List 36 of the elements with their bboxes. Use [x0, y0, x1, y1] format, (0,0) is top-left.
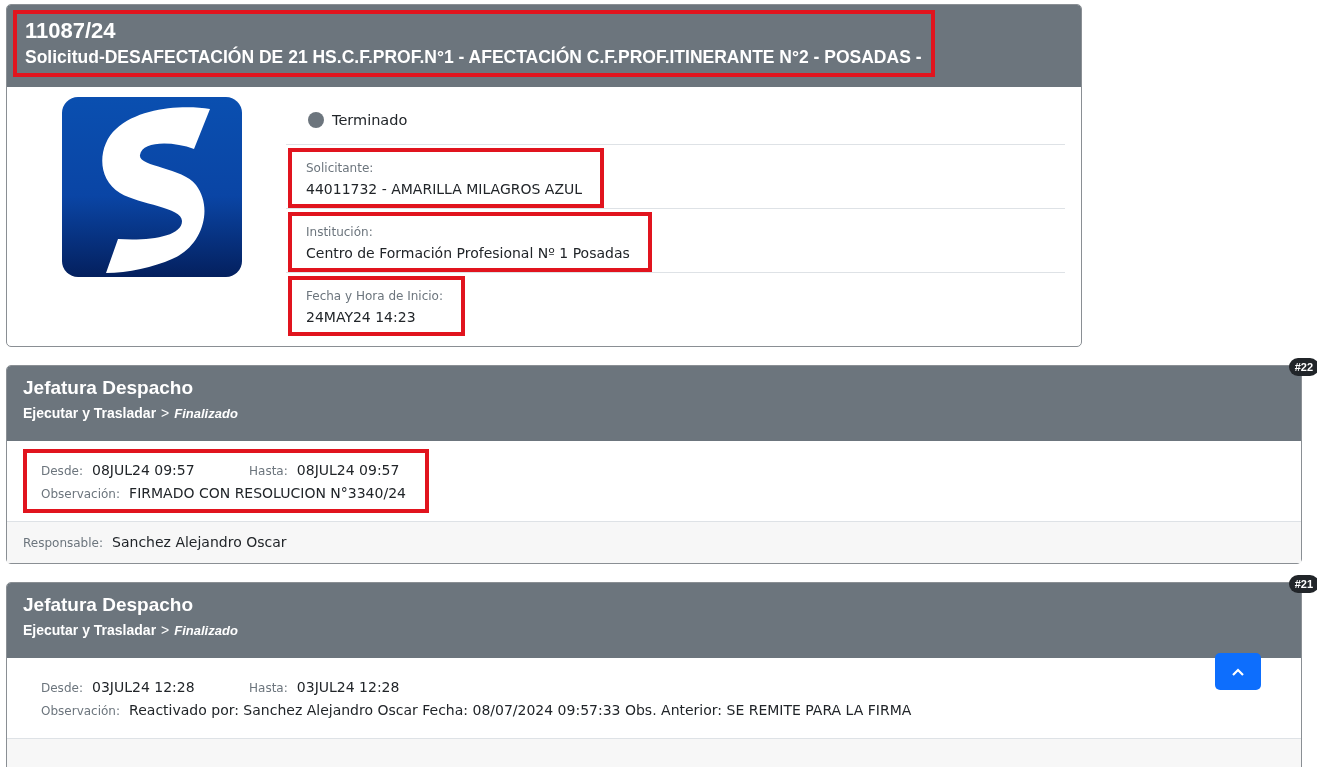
- logo-icon: [61, 97, 242, 277]
- field-value: 08JUL24 09:57: [296, 462, 400, 478]
- field-label: Observación:: [41, 487, 120, 501]
- field-label: Responsable:: [23, 536, 103, 550]
- field-label: Desde:: [41, 464, 83, 478]
- field-value: 08JUL24 09:57: [92, 462, 195, 478]
- scroll-to-top-button[interactable]: [1215, 653, 1261, 690]
- stage-state: Finalizado: [174, 406, 238, 421]
- stage-state: Finalizado: [174, 623, 238, 638]
- field-value: 03JUL24 12:28: [92, 679, 195, 695]
- stage-number-badge: #22: [1288, 358, 1317, 376]
- stage-title: Jefatura Despacho: [23, 376, 194, 400]
- stage-title: Jefatura Despacho: [23, 593, 194, 617]
- breadcrumb-separator: >: [161, 405, 170, 421]
- status-label: Terminado: [332, 112, 408, 128]
- stage-number-badge: #21: [1288, 575, 1317, 593]
- field-value: 44011732 - AMARILLA MILAGROS AZUL: [306, 180, 583, 199]
- field-label: Observación:: [41, 704, 120, 718]
- field-value: FIRMADO CON RESOLUCION N°3340/24: [129, 485, 406, 501]
- stage-action: Ejecutar y Trasladar: [23, 405, 157, 421]
- field-value: Centro de Formación Profesional Nº 1 Posadas: [306, 244, 630, 263]
- field-label: Institución:: [306, 224, 374, 241]
- field-value: Reactivado por: Sanchez Alejandro Oscar Fecha: 08/07/2024 09:57:33 Obs. Anterior: SE REMITE PARA LA FIRMA: [129, 702, 912, 718]
- field-label: Fecha y Hora de Inicio:: [306, 288, 443, 305]
- field-label: Desde:: [41, 681, 83, 695]
- field-value: Sanchez Alejandro Oscar: [112, 534, 287, 550]
- field-label: Solicitante:: [306, 160, 375, 177]
- breadcrumb-separator: >: [161, 622, 170, 638]
- chevron-up-icon: [1231, 666, 1245, 677]
- stage-action: Ejecutar y Trasladar: [23, 622, 157, 638]
- field-label: Hasta:: [249, 681, 288, 695]
- expediente-subject: Solicitud-DESAFECTACIÓN DE 21 HS.C.F.PROF.N°1 - AFECTACIÓN C.F.PROF.ITINERANTE N°2 - POSADAS -: [25, 45, 922, 69]
- field-label: Hasta:: [249, 464, 288, 478]
- expediente-number: 11087/24: [25, 17, 117, 45]
- field-value: 03JUL24 12:28: [296, 679, 400, 695]
- field-value: 24MAY24 14:23: [306, 308, 417, 327]
